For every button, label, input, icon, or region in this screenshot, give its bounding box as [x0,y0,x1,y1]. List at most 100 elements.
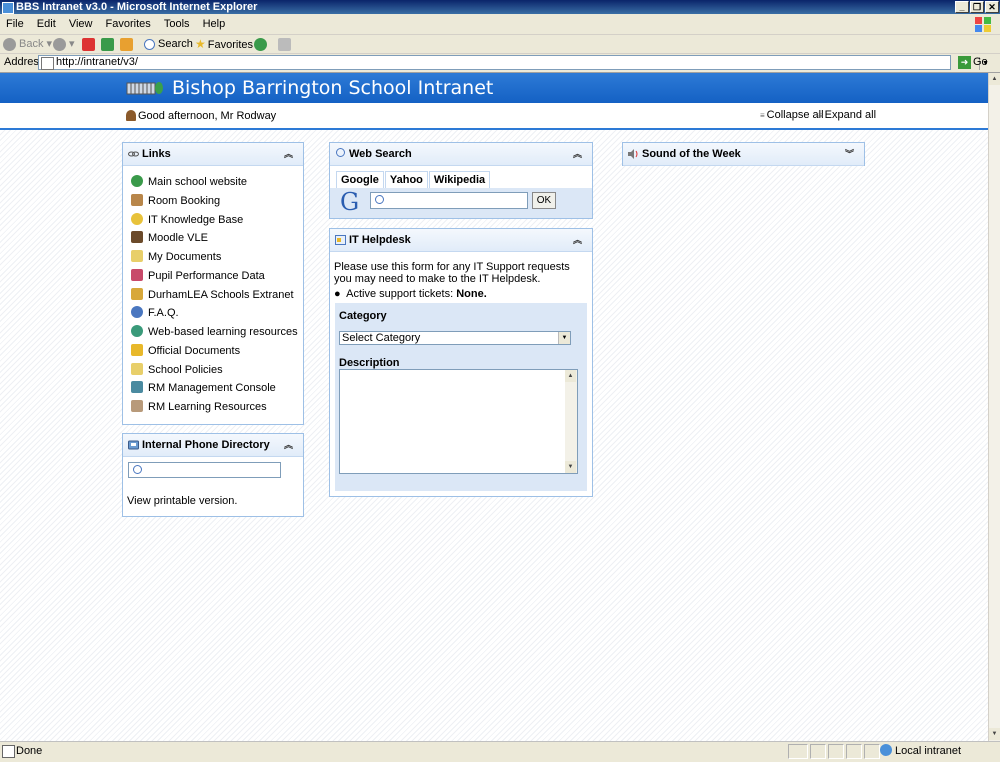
link-item[interactable]: School Policies [131,362,223,378]
link-item[interactable]: Web-based learning resources [131,324,298,340]
book-icon [131,193,143,206]
status-text: Done [16,745,43,757]
back-button[interactable]: Back ▾ [3,36,52,52]
google-logo-icon: G [340,188,360,216]
link-label: Web-based learning resources [148,326,298,338]
refresh-button[interactable] [101,36,117,52]
phone-panel-header[interactable]: Internal Phone Directory ︽ [123,434,303,457]
address-bar: Address http://intranet/v3/ ▼ ➜ Go [0,54,1000,73]
link-label: Pupil Performance Data [148,269,265,282]
restore-button[interactable]: ❐ [970,1,984,13]
status-bar: Done Local intranet [0,741,1000,762]
minimize-button[interactable]: _ [955,1,969,13]
go-button[interactable]: ➜ Go [958,55,988,70]
tickets-value: None. [456,288,487,300]
search-ok-button[interactable]: OK [532,192,556,209]
expand-chevron-icon[interactable]: ︾ [845,147,854,160]
tab-google[interactable]: Google [336,171,384,189]
collapse-chevron-icon[interactable]: ︽ [284,147,293,160]
intranet-globe-icon [880,744,892,756]
link-item[interactable]: DurhamLEA Schools Extranet [131,287,294,303]
link-item[interactable]: My Documents [131,249,221,265]
history-button[interactable] [254,36,270,52]
expand-all-link[interactable]: ≡ Expand all [818,109,876,121]
web-search-input[interactable] [370,192,528,209]
tab-wikipedia[interactable]: Wikipedia [428,171,491,189]
back-arrow-icon [3,37,16,51]
help-icon [131,306,143,319]
address-url: http://intranet/v3/ [56,56,138,68]
scroll-down-icon[interactable]: ▼ [989,728,1000,740]
scroll-up-icon[interactable]: ▲ [989,73,1000,85]
link-label: My Documents [148,251,222,263]
collapse-icon: ≡ [760,111,765,120]
web-search-title: Web Search [349,148,412,160]
menu-tools[interactable]: Tools [159,15,195,34]
status-panel [846,744,862,759]
scroll-up-icon[interactable]: ▲ [565,370,576,382]
lightbulb-icon [131,212,143,225]
scroll-down-icon[interactable]: ▼ [565,461,576,473]
status-panel [810,744,826,759]
links-panel-header[interactable]: Links ︽ [123,143,303,166]
tab-yahoo[interactable]: Yahoo [384,171,428,189]
page-icon [41,57,54,70]
link-item[interactable]: IT Knowledge Base [131,212,243,228]
link-item[interactable]: Moodle VLE [131,230,208,246]
link-item[interactable]: Pupil Performance Data [131,268,265,284]
menu-file[interactable]: File [1,15,29,34]
link-item[interactable]: Official Documents [131,343,240,359]
menu-help[interactable]: Help [198,15,231,34]
forward-button[interactable]: ▾ [53,36,75,52]
close-button[interactable]: ✕ [985,1,999,13]
collapse-chevron-icon[interactable]: ︽ [573,233,582,246]
category-select[interactable]: Select Category ▼ [339,331,571,345]
collapse-chevron-icon[interactable]: ︽ [284,438,293,451]
link-item[interactable]: Room Booking [131,193,220,209]
category-label: Category [339,310,387,322]
status-panel [788,744,808,759]
link-item[interactable]: RM Learning Resources [131,399,267,415]
link-item[interactable]: Main school website [131,174,247,190]
sound-panel-header[interactable]: Sound of the Week ︾ [623,143,864,166]
helpdesk-header[interactable]: IT Helpdesk ︽ [330,229,592,252]
phone-panel-title: Internal Phone Directory [142,439,270,451]
forward-arrow-icon [53,37,66,51]
favorites-button[interactable]: ★ Favorites [195,36,253,52]
search-button[interactable]: Search [144,36,193,52]
address-input[interactable]: http://intranet/v3/ ▼ [38,55,991,70]
crest-icon [131,287,143,300]
stop-button[interactable] [82,36,98,52]
mortarboard-icon [131,231,143,244]
print-button[interactable] [278,36,294,52]
search-engine-tabs: Google Yahoo Wikipedia [336,171,491,189]
link-item[interactable]: F.A.Q. [131,305,179,321]
greeting: Good afternoon, Mr Rodway [126,110,276,122]
collapse-all-link[interactable]: ≡ Collapse all [760,109,824,121]
page-scrollbar[interactable]: ▲ ▼ [988,73,1000,741]
site-banner: Bishop Barrington School Intranet [0,73,988,103]
search-icon [144,38,155,50]
phone-search-input[interactable] [128,462,281,478]
page-done-icon [2,745,15,758]
sound-of-week-panel: Sound of the Week ︾ [622,142,865,166]
link-item[interactable]: RM Management Console [131,380,276,396]
globe-icon [131,175,143,187]
textarea-scrollbar[interactable]: ▲ ▼ [565,370,577,473]
history-icon [254,37,267,51]
web-search-panel: Web Search ︽ Google Yahoo Wikipedia G OK [329,142,593,219]
collapse-chevron-icon[interactable]: ︽ [573,147,582,160]
web-search-header[interactable]: Web Search ︽ [330,143,592,166]
search-icon [335,147,346,157]
description-textarea[interactable]: ▲ ▼ [339,369,578,474]
search-row: G OK [330,188,592,218]
menu-view[interactable]: View [64,15,98,34]
menu-edit[interactable]: Edit [32,15,61,34]
home-button[interactable] [120,36,136,52]
printable-version-link[interactable]: View printable version. [127,495,237,507]
expand-icon: ≡ [818,111,823,120]
menu-favorites[interactable]: Favorites [101,15,156,34]
box-icon [131,400,143,412]
phone-icon [128,440,139,450]
helpdesk-title: IT Helpdesk [349,234,411,246]
